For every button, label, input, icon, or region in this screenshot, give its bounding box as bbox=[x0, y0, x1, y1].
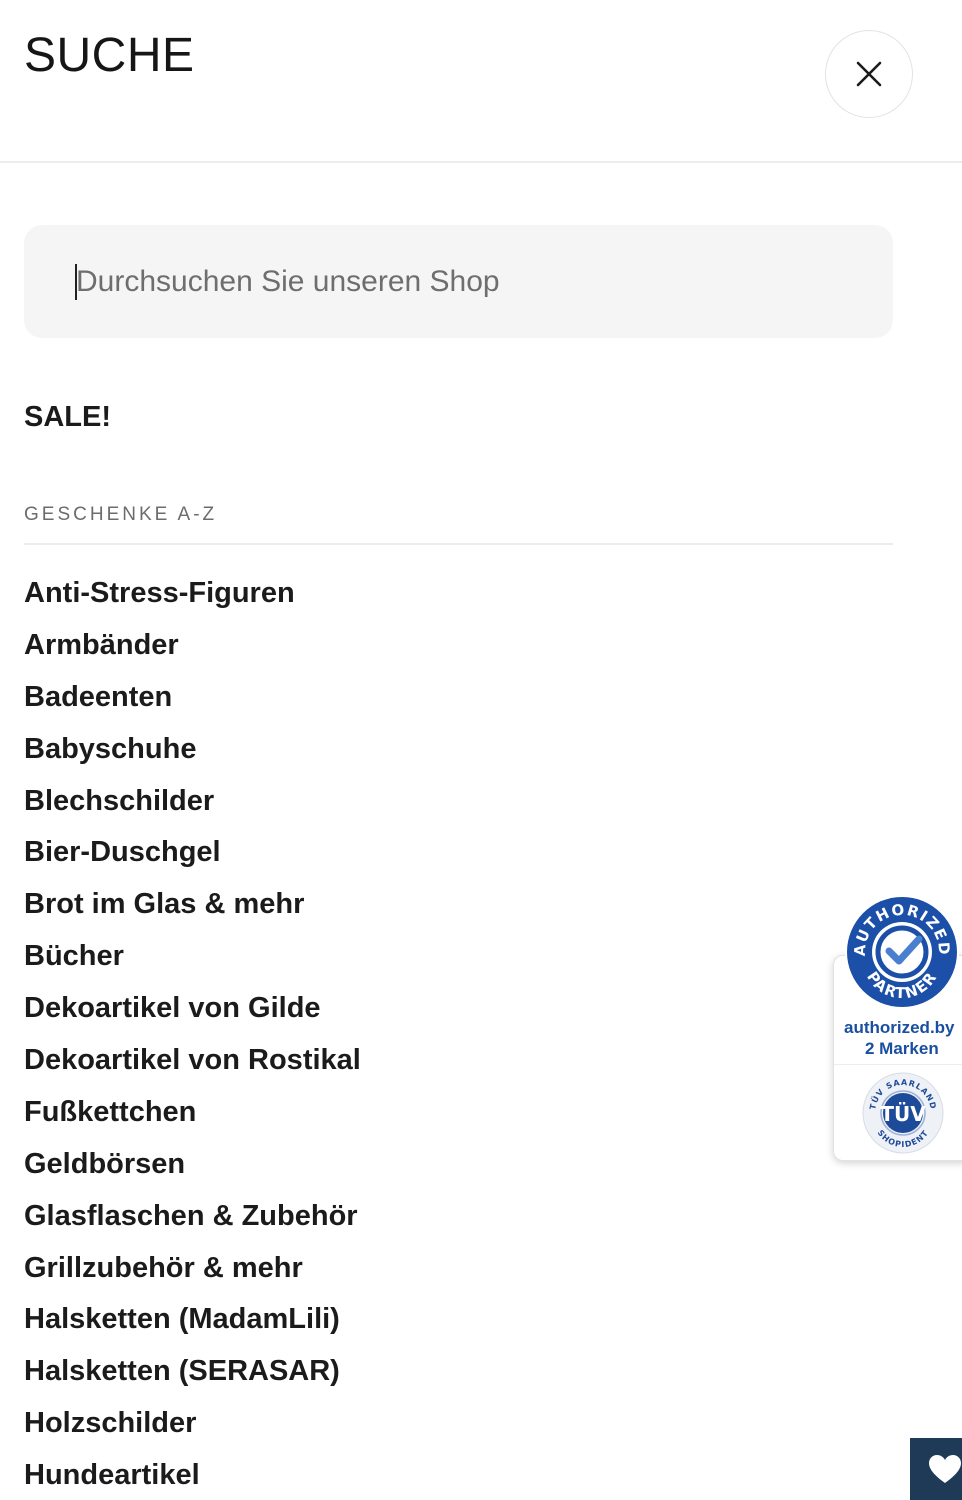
category-item[interactable]: Dekoartikel von Gilde bbox=[24, 986, 361, 1038]
category-item[interactable]: Badeenten bbox=[24, 675, 361, 727]
category-list: Anti-Stress-Figuren Armbänder Badeenten … bbox=[24, 571, 361, 1500]
category-item[interactable]: Geldbörsen bbox=[24, 1142, 361, 1194]
text-caret bbox=[75, 264, 77, 300]
search-input[interactable] bbox=[76, 225, 856, 338]
category-item[interactable]: Fußkettchen bbox=[24, 1090, 361, 1142]
category-item[interactable]: Grillzubehör & mehr bbox=[24, 1246, 361, 1298]
heart-icon bbox=[929, 1455, 961, 1483]
category-item[interactable]: Halsketten (SERASAR) bbox=[24, 1349, 361, 1401]
sale-link[interactable]: SALE! bbox=[24, 398, 111, 436]
category-item[interactable]: Brot im Glas & mehr bbox=[24, 882, 361, 934]
category-item[interactable]: Blechschilder bbox=[24, 779, 361, 831]
category-item[interactable]: Dekoartikel von Rostikal bbox=[24, 1038, 361, 1090]
search-box bbox=[24, 225, 893, 338]
category-item[interactable]: Babyschuhe bbox=[24, 727, 361, 779]
wishlist-button[interactable] bbox=[910, 1438, 962, 1500]
close-icon bbox=[856, 61, 882, 87]
category-item[interactable]: Armbänder bbox=[24, 623, 361, 675]
category-item[interactable]: Anti-Stress-Figuren bbox=[24, 571, 361, 623]
badge-line-1: authorized.by bbox=[844, 1018, 955, 1037]
tuv-saarland-seal-icon: TÜV TÜV SAARLAND SHOPIDENT bbox=[862, 1072, 944, 1154]
category-item[interactable]: Bücher bbox=[24, 934, 361, 986]
category-item[interactable]: Halsketten (MadamLili) bbox=[24, 1297, 361, 1349]
tuv-logo-text: TÜV bbox=[880, 1102, 926, 1126]
close-button[interactable] bbox=[825, 30, 913, 118]
divider bbox=[24, 543, 893, 545]
category-item[interactable]: Bier-Duschgel bbox=[24, 830, 361, 882]
category-item[interactable]: Glasflaschen & Zubehör bbox=[24, 1194, 361, 1246]
category-item[interactable]: Hundeartikel bbox=[24, 1453, 361, 1500]
category-item[interactable]: Holzschilder bbox=[24, 1401, 361, 1453]
authorized-partner-seal-icon: AUTHORIZED PARTNER bbox=[845, 895, 959, 1009]
search-header: SUCHE bbox=[0, 0, 962, 163]
page-title: SUCHE bbox=[24, 29, 195, 82]
badge-line-2: 2 Marken bbox=[865, 1039, 939, 1058]
badge-divider bbox=[834, 1064, 962, 1065]
section-heading-gifts: GESCHENKE A-Z bbox=[24, 504, 218, 525]
